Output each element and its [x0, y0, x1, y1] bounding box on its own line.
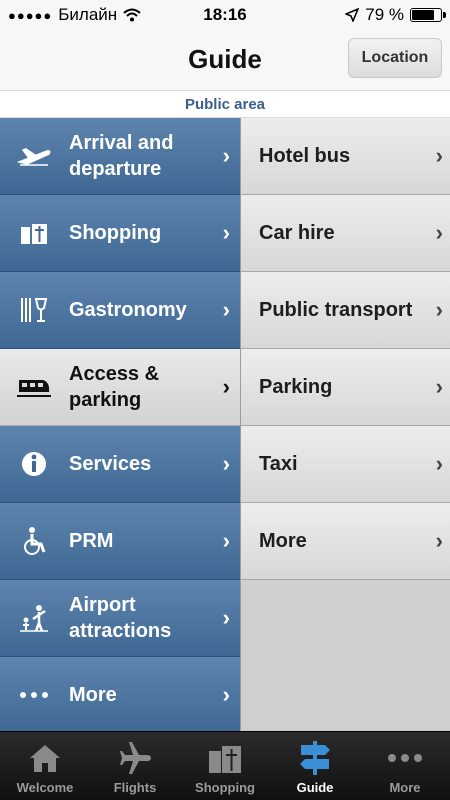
subcategory-more[interactable]: More › — [241, 503, 450, 580]
chevron-right-icon: › — [435, 297, 443, 322]
category-access-parking[interactable]: Access & parking › — [0, 349, 240, 426]
tab-welcome[interactable]: Welcome — [0, 732, 90, 800]
chevron-right-icon: › — [435, 374, 443, 399]
section-header: Public area — [0, 90, 450, 118]
chevron-right-icon: › — [222, 451, 230, 476]
shopping-bag-icon — [207, 736, 243, 780]
more-dots-icon — [387, 736, 423, 780]
signpost-icon — [297, 736, 333, 780]
wheelchair-icon — [16, 523, 52, 559]
chevron-right-icon: › — [222, 297, 230, 322]
category-gastronomy[interactable]: Gastronomy › — [0, 272, 240, 349]
category-label: Arrival and departure — [69, 132, 174, 180]
category-services[interactable]: Services › — [0, 426, 240, 503]
subcategory-list: Hotel bus › Car hire › Public transport … — [240, 118, 450, 731]
subcategory-label: Public transport — [259, 298, 413, 321]
category-more[interactable]: More › — [0, 657, 240, 734]
category-arrival-departure[interactable]: Arrival and departure › — [0, 118, 240, 195]
category-label: Services — [69, 453, 152, 475]
chevron-right-icon: › — [222, 374, 230, 399]
subcategory-hotel-bus[interactable]: Hotel bus › — [241, 118, 450, 195]
tab-label: Guide — [296, 780, 334, 795]
category-label: PRM — [69, 530, 114, 552]
info-icon — [16, 446, 52, 482]
tab-label: Shopping — [195, 780, 255, 795]
chevron-right-icon: › — [222, 682, 230, 707]
subcategory-label: Taxi — [259, 452, 298, 475]
category-label: Gastronomy — [69, 299, 187, 321]
fork-knife-glass-icon — [16, 292, 52, 328]
chevron-right-icon: › — [222, 605, 230, 630]
more-dots-icon — [16, 677, 52, 713]
airplane-icon — [16, 138, 52, 174]
tab-more[interactable]: More — [360, 732, 450, 800]
subcategory-taxi[interactable]: Taxi › — [241, 426, 450, 503]
chevron-right-icon: › — [435, 451, 443, 476]
battery-percent: 79 % — [365, 5, 404, 24]
house-icon — [27, 736, 63, 780]
shopping-bag-icon — [16, 215, 52, 251]
chevron-right-icon: › — [435, 220, 443, 245]
tab-label: Flights — [113, 780, 157, 795]
location-button[interactable]: Location — [348, 38, 442, 78]
chevron-right-icon: › — [222, 143, 230, 168]
train-icon — [16, 369, 52, 405]
battery-icon — [410, 8, 446, 22]
category-list: Arrival and departure › Shopping › Gastr… — [0, 118, 240, 734]
chevron-right-icon: › — [222, 528, 230, 553]
category-airport-attractions[interactable]: Airport attractions › — [0, 580, 240, 657]
status-right: 79 % — [345, 5, 446, 25]
status-bar: ●●●●● Билайн 18:16 79 % — [0, 0, 450, 30]
chevron-right-icon: › — [435, 528, 443, 553]
nav-bar: Guide Location — [0, 30, 450, 90]
subcategory-car-hire[interactable]: Car hire › — [241, 195, 450, 272]
subcategory-label: More — [259, 529, 307, 552]
subcategory-label: Parking — [259, 375, 333, 398]
tab-guide[interactable]: Guide — [270, 732, 360, 800]
category-label: Airport attractions — [69, 594, 172, 642]
category-label: Shopping — [69, 222, 162, 244]
family-icon — [16, 600, 52, 636]
category-label: More — [69, 684, 117, 706]
category-shopping[interactable]: Shopping › — [0, 195, 240, 272]
tab-shopping[interactable]: Shopping — [180, 732, 270, 800]
airplane-icon — [117, 736, 153, 780]
tab-flights[interactable]: Flights — [90, 732, 180, 800]
location-arrow-icon — [345, 8, 360, 22]
tab-label: Welcome — [16, 780, 74, 795]
subcategory-label: Car hire — [259, 221, 335, 244]
tab-label: More — [389, 780, 421, 795]
subcategory-public-transport[interactable]: Public transport › — [241, 272, 450, 349]
chevron-right-icon: › — [435, 143, 443, 168]
category-prm[interactable]: PRM › — [0, 503, 240, 580]
subcategory-label: Hotel bus — [259, 144, 351, 167]
subcategory-parking[interactable]: Parking › — [241, 349, 450, 426]
tab-bar: Welcome Flights Shopping Guide More — [0, 731, 450, 800]
chevron-right-icon: › — [222, 220, 230, 245]
category-label: Access & parking — [69, 363, 160, 411]
